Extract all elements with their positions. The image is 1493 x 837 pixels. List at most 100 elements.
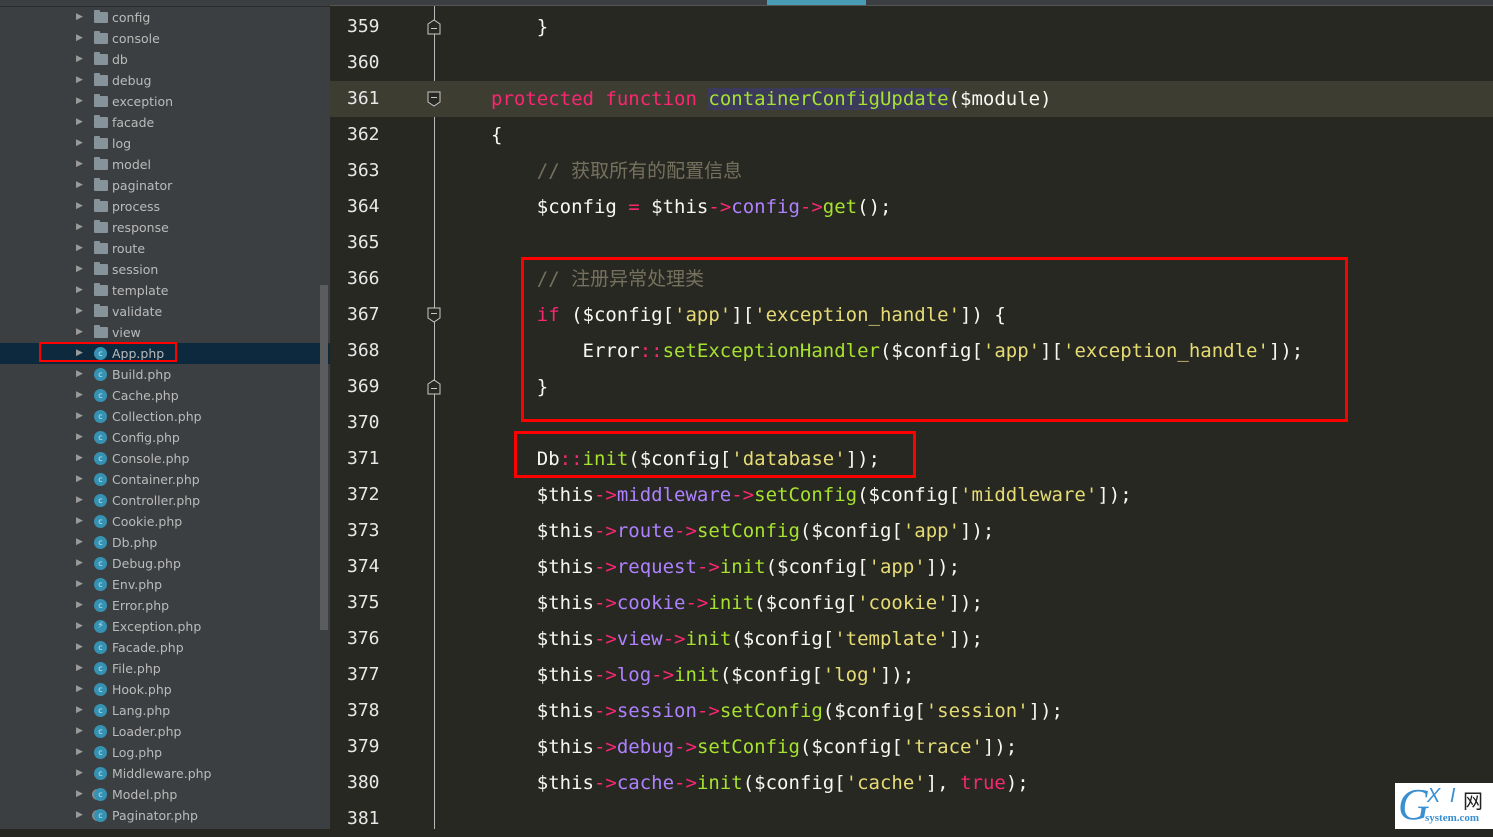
expand-arrow-icon[interactable]: ▶	[76, 217, 86, 238]
code-line[interactable]: 363 // 获取所有的配置信息	[330, 153, 1493, 189]
expand-arrow-icon[interactable]: ▶	[76, 301, 86, 322]
expand-arrow-icon[interactable]: ▶	[76, 784, 86, 805]
expand-arrow-icon[interactable]: ▶	[76, 133, 86, 154]
expand-arrow-icon[interactable]: ▶	[76, 553, 86, 574]
code-line[interactable]: 359 }	[330, 9, 1493, 45]
tree-item-container-php[interactable]: ▶ c Container.php	[0, 469, 330, 490]
code-line[interactable]: 372 $this->middleware->setConfig($config…	[330, 477, 1493, 513]
expand-arrow-icon[interactable]: ▶	[76, 469, 86, 490]
tree-item-env-php[interactable]: ▶ c Env.php	[0, 574, 330, 595]
expand-arrow-icon[interactable]: ▶	[76, 679, 86, 700]
fold-end-icon[interactable]	[427, 19, 441, 35]
code-line[interactable]: 377 $this->log->init($config['log']);	[330, 657, 1493, 693]
tree-item-response[interactable]: ▶ response	[0, 217, 330, 238]
tree-item-view[interactable]: ▶ view	[0, 322, 330, 343]
expand-arrow-icon[interactable]: ▶	[76, 175, 86, 196]
code-line[interactable]: 360	[330, 45, 1493, 81]
fold-end-icon[interactable]	[427, 379, 441, 395]
tree-item-facade[interactable]: ▶ facade	[0, 112, 330, 133]
expand-arrow-icon[interactable]: ▶	[76, 721, 86, 742]
code-line[interactable]: 381	[330, 801, 1493, 837]
fold-collapse-icon[interactable]	[427, 307, 441, 323]
tree-item-console-php[interactable]: ▶ c Console.php	[0, 448, 330, 469]
expand-arrow-icon[interactable]: ▶	[76, 700, 86, 721]
expand-arrow-icon[interactable]: ▶	[76, 574, 86, 595]
expand-arrow-icon[interactable]: ▶	[76, 448, 86, 469]
tree-item-db[interactable]: ▶ db	[0, 49, 330, 70]
tree-item-validate[interactable]: ▶ validate	[0, 301, 330, 322]
tree-item-session[interactable]: ▶ session	[0, 259, 330, 280]
tree-item-label: Exception.php	[112, 619, 202, 634]
expand-arrow-icon[interactable]: ▶	[76, 616, 86, 637]
tree-item-lang-php[interactable]: ▶ c Lang.php	[0, 700, 330, 721]
expand-arrow-icon[interactable]: ▶	[76, 196, 86, 217]
code-line[interactable]: 380 $this->cache->init($config['cache'],…	[330, 765, 1493, 801]
expand-arrow-icon[interactable]: ▶	[76, 364, 86, 385]
tree-item-route[interactable]: ▶ route	[0, 238, 330, 259]
fold-collapse-icon[interactable]	[427, 91, 441, 107]
tree-item-debug-php[interactable]: ▶ c Debug.php	[0, 553, 330, 574]
tree-item-db-php[interactable]: ▶ c Db.php	[0, 532, 330, 553]
tree-item-console[interactable]: ▶ console	[0, 28, 330, 49]
expand-arrow-icon[interactable]: ▶	[76, 49, 86, 70]
expand-arrow-icon[interactable]: ▶	[76, 742, 86, 763]
tree-item-cookie-php[interactable]: ▶ c Cookie.php	[0, 511, 330, 532]
tree-item-paginator-php[interactable]: ▶ c Paginator.php	[0, 805, 330, 826]
expand-arrow-icon[interactable]: ▶	[76, 805, 86, 826]
expand-arrow-icon[interactable]: ▶	[76, 427, 86, 448]
code-line[interactable]: 362 {	[330, 117, 1493, 153]
expand-arrow-icon[interactable]: ▶	[76, 532, 86, 553]
expand-arrow-icon[interactable]: ▶	[76, 28, 86, 49]
project-tree-scrollbar[interactable]	[320, 285, 328, 630]
code-line[interactable]: 373 $this->route->setConfig($config['app…	[330, 513, 1493, 549]
tree-item-debug[interactable]: ▶ debug	[0, 70, 330, 91]
tree-item-hook-php[interactable]: ▶ c Hook.php	[0, 679, 330, 700]
expand-arrow-icon[interactable]: ▶	[76, 322, 86, 343]
expand-arrow-icon[interactable]: ▶	[76, 658, 86, 679]
tree-item-config-php[interactable]: ▶ c Config.php	[0, 427, 330, 448]
tree-item-facade-php[interactable]: ▶ c Facade.php	[0, 637, 330, 658]
expand-arrow-icon[interactable]: ▶	[76, 637, 86, 658]
expand-arrow-icon[interactable]: ▶	[76, 280, 86, 301]
tree-item-middleware-php[interactable]: ▶ c Middleware.php	[0, 763, 330, 784]
tree-item-template[interactable]: ▶ template	[0, 280, 330, 301]
code-line[interactable]: 374 $this->request->init($config['app'])…	[330, 549, 1493, 585]
tree-item-exception-php[interactable]: ▶ ⚡ Exception.php	[0, 616, 330, 637]
expand-arrow-icon[interactable]: ▶	[76, 385, 86, 406]
tree-item-error-php[interactable]: ▶ c Error.php	[0, 595, 330, 616]
expand-arrow-icon[interactable]: ▶	[76, 91, 86, 112]
code-line[interactable]: 361 protected function containerConfigUpd…	[330, 81, 1493, 117]
code-line[interactable]: 365	[330, 225, 1493, 261]
tree-item-collection-php[interactable]: ▶ c Collection.php	[0, 406, 330, 427]
expand-arrow-icon[interactable]: ▶	[76, 238, 86, 259]
expand-arrow-icon[interactable]: ▶	[76, 511, 86, 532]
expand-arrow-icon[interactable]: ▶	[76, 490, 86, 511]
tree-item-process[interactable]: ▶ process	[0, 196, 330, 217]
code-line[interactable]: 378 $this->session->setConfig($config['s…	[330, 693, 1493, 729]
tree-item-paginator[interactable]: ▶ paginator	[0, 175, 330, 196]
tree-item-log[interactable]: ▶ log	[0, 133, 330, 154]
tree-item-config[interactable]: ▶ config	[0, 7, 330, 28]
expand-arrow-icon[interactable]: ▶	[76, 595, 86, 616]
expand-arrow-icon[interactable]: ▶	[76, 154, 86, 175]
code-line[interactable]: 379 $this->debug->setConfig($config['tra…	[330, 729, 1493, 765]
expand-arrow-icon[interactable]: ▶	[76, 763, 86, 784]
expand-arrow-icon[interactable]: ▶	[76, 259, 86, 280]
active-tab-indicator[interactable]	[767, 0, 866, 5]
code-line[interactable]: 376 $this->view->init($config['template'…	[330, 621, 1493, 657]
tree-item-log-php[interactable]: ▶ c Log.php	[0, 742, 330, 763]
tree-item-model-php[interactable]: ▶ c Model.php	[0, 784, 330, 805]
tree-item-file-php[interactable]: ▶ c File.php	[0, 658, 330, 679]
tree-item-cache-php[interactable]: ▶ c Cache.php	[0, 385, 330, 406]
code-line[interactable]: 364 $config = $this->config->get();	[330, 189, 1493, 225]
tree-item-controller-php[interactable]: ▶ c Controller.php	[0, 490, 330, 511]
expand-arrow-icon[interactable]: ▶	[76, 112, 86, 133]
expand-arrow-icon[interactable]: ▶	[76, 70, 86, 91]
tree-item-build-php[interactable]: ▶ c Build.php	[0, 364, 330, 385]
tree-item-loader-php[interactable]: ▶ c Loader.php	[0, 721, 330, 742]
tree-item-model[interactable]: ▶ model	[0, 154, 330, 175]
expand-arrow-icon[interactable]: ▶	[76, 406, 86, 427]
code-line[interactable]: 375 $this->cookie->init($config['cookie'…	[330, 585, 1493, 621]
expand-arrow-icon[interactable]: ▶	[76, 7, 86, 28]
tree-item-exception[interactable]: ▶ exception	[0, 91, 330, 112]
